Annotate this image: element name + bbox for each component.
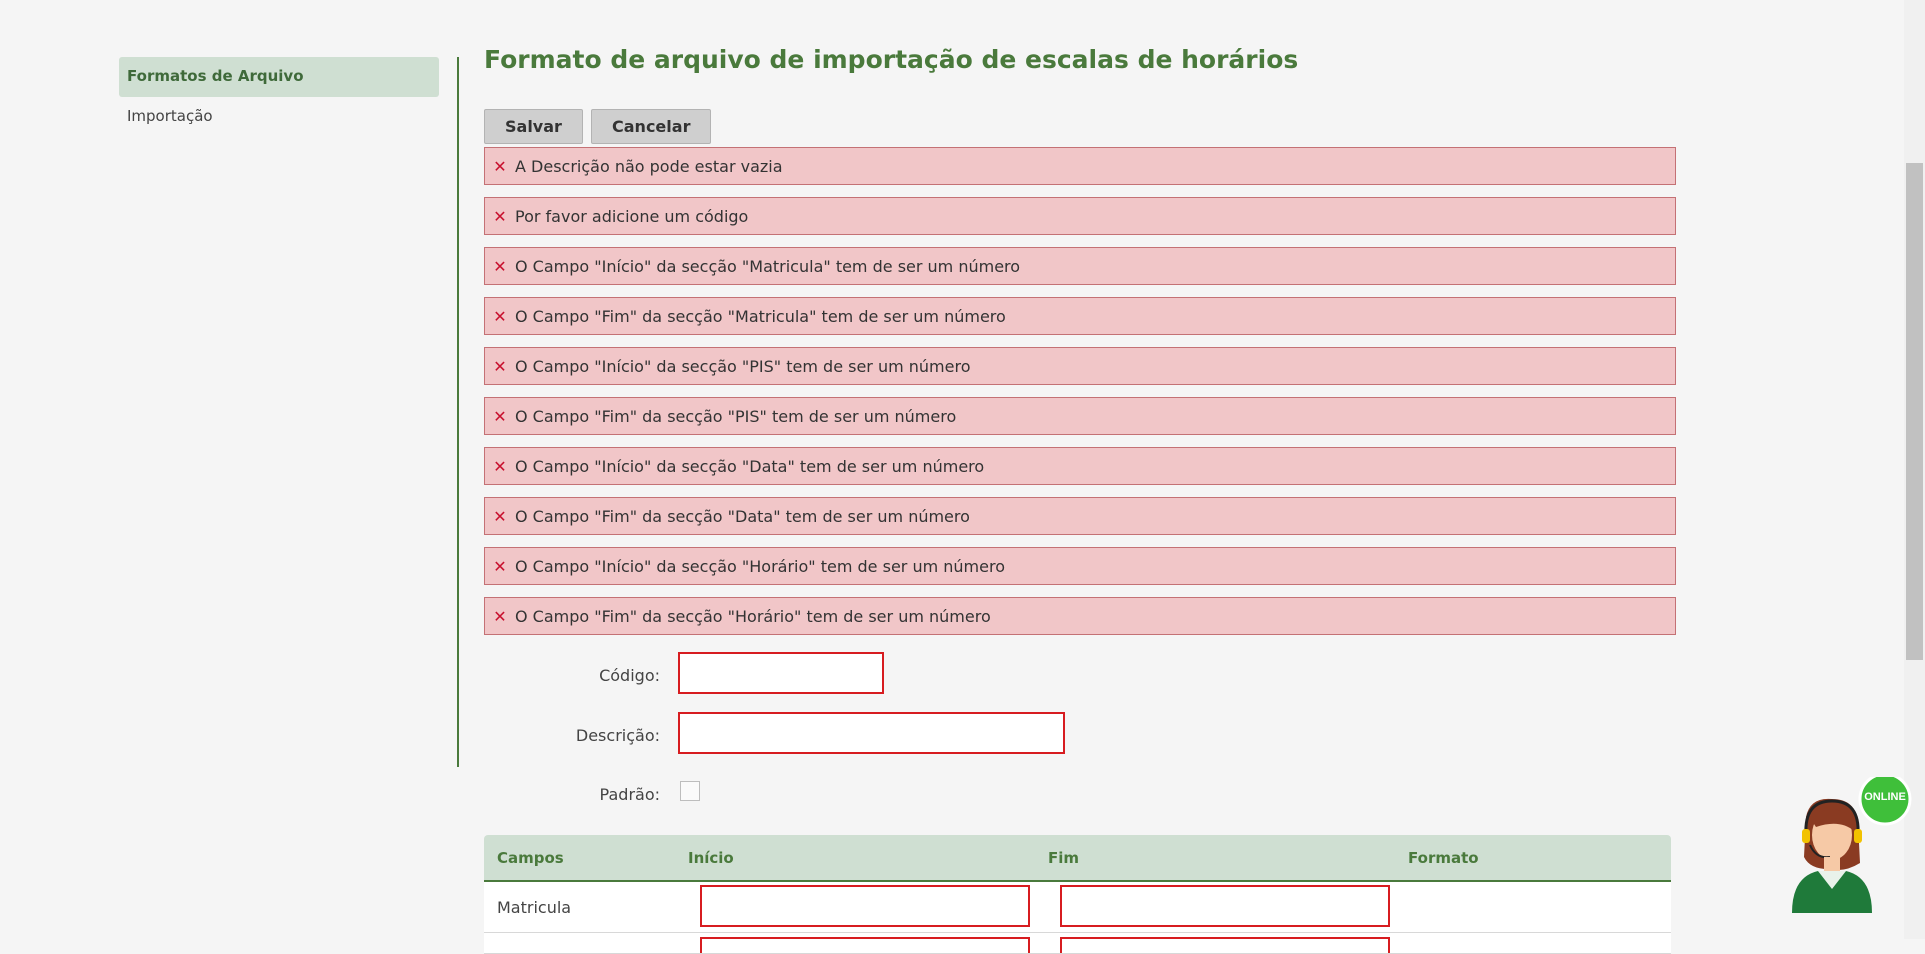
- table-header: Campos Início Fim Formato: [484, 835, 1671, 882]
- close-icon: ✕: [493, 206, 507, 226]
- codigo-label: Código:: [599, 666, 660, 685]
- close-icon: ✕: [493, 406, 507, 426]
- descricao-label: Descrição:: [575, 726, 660, 745]
- inicio-input[interactable]: [700, 937, 1030, 953]
- error-text: A Descrição não pode estar vazia: [515, 156, 783, 176]
- error-message: ✕ O Campo "Início" da secção "PIS" tem de…: [484, 347, 1676, 385]
- sidebar: Formatos de Arquivo Importação: [119, 57, 439, 137]
- fim-input[interactable]: [1060, 885, 1390, 927]
- error-list: ✕ A Descrição não pode estar vazia ✕ Por f…: [484, 147, 1676, 635]
- padrao-checkbox[interactable]: [680, 781, 700, 801]
- error-text: O Campo "Fim" da secção "PIS" tem de ser…: [515, 406, 957, 426]
- close-icon: ✕: [493, 156, 507, 176]
- error-message: ✕ O Campo "Fim" da secção "PIS" tem de se…: [484, 397, 1676, 435]
- error-text: O Campo "Fim" da secção "Horário" tem de…: [515, 606, 991, 626]
- close-icon: ✕: [493, 556, 507, 576]
- main-content: Formato de arquivo de importação de esca…: [484, 40, 1676, 954]
- fields-table: Campos Início Fim Formato Matricula: [484, 835, 1671, 954]
- error-message: ✕ O Campo "Fim" da secção "Horário" tem d…: [484, 597, 1676, 635]
- close-icon: ✕: [493, 256, 507, 276]
- col-campos: Campos: [497, 848, 564, 867]
- descricao-input[interactable]: [678, 712, 1065, 754]
- padrao-row: Padrão:: [484, 767, 1676, 827]
- error-text: O Campo "Início" da secção "Matricula" t…: [515, 256, 1021, 276]
- error-message: ✕ A Descrição não pode estar vazia: [484, 147, 1676, 185]
- table-row: [484, 933, 1671, 954]
- descricao-row: Descrição:: [484, 707, 1676, 767]
- save-button[interactable]: Salvar: [484, 109, 583, 144]
- close-icon: ✕: [493, 606, 507, 626]
- page-title: Formato de arquivo de importação de esca…: [484, 45, 1299, 74]
- error-message: ✕ O Campo "Início" da secção "Data" tem d…: [484, 447, 1676, 485]
- error-text: Por favor adicione um código: [515, 206, 749, 226]
- col-fim: Fim: [1048, 848, 1080, 867]
- error-text: O Campo "Início" da secção "Horário" tem…: [515, 556, 1005, 576]
- inicio-input[interactable]: [700, 885, 1030, 927]
- error-text: O Campo "Início" da secção "PIS" tem de …: [515, 356, 971, 376]
- online-label: ONLINE: [1864, 791, 1906, 803]
- col-formato: Formato: [1408, 848, 1479, 867]
- close-icon: ✕: [493, 356, 507, 376]
- error-message: ✕ O Campo "Início" da secção "Horário" te…: [484, 547, 1676, 585]
- close-icon: ✕: [493, 456, 507, 476]
- close-icon: ✕: [493, 306, 507, 326]
- error-message: ✕ O Campo "Fim" da secção "Matricula" tem…: [484, 297, 1676, 335]
- codigo-row: Código:: [484, 647, 1676, 707]
- error-message: ✕ O Campo "Início" da secção "Matricula" …: [484, 247, 1676, 285]
- table-row: Matricula: [484, 882, 1671, 933]
- toolbar: Salvar Cancelar: [484, 109, 1676, 144]
- error-text: O Campo "Fim" da secção "Data" tem de se…: [515, 506, 970, 526]
- error-message: ✕ O Campo "Fim" da secção "Data" tem de s…: [484, 497, 1676, 535]
- col-inicio: Início: [688, 848, 734, 867]
- sidebar-divider: [457, 57, 459, 767]
- cancel-button[interactable]: Cancelar: [591, 109, 712, 144]
- scrollbar-thumb[interactable]: [1906, 163, 1923, 660]
- sidebar-item-formatos[interactable]: Formatos de Arquivo: [119, 57, 439, 97]
- error-message: ✕ Por favor adicione um código: [484, 197, 1676, 235]
- error-text: O Campo "Início" da secção "Data" tem de…: [515, 456, 985, 476]
- close-icon: ✕: [493, 506, 507, 526]
- padrao-label: Padrão:: [599, 785, 660, 804]
- chat-badge[interactable]: ONLINE: [1770, 772, 1920, 917]
- error-text: O Campo "Fim" da secção "Matricula" tem …: [515, 306, 1006, 326]
- sidebar-item-importacao[interactable]: Importação: [119, 97, 439, 137]
- codigo-input[interactable]: [678, 652, 884, 694]
- row-label: Matricula: [497, 897, 572, 917]
- fim-input[interactable]: [1060, 937, 1390, 953]
